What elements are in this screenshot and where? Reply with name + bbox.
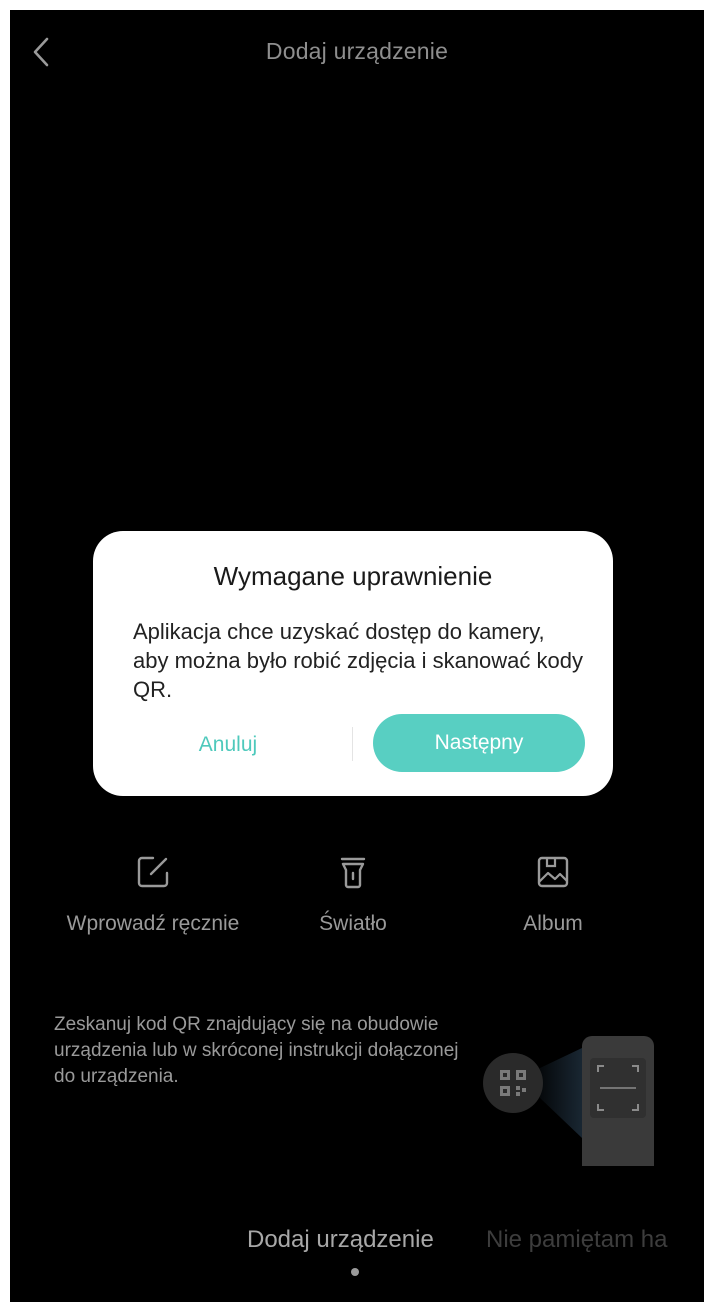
tab-forgot-password[interactable]: Nie pamiętam ha [486,1226,667,1254]
top-bar: Dodaj urządzenie [10,10,704,94]
album-button[interactable]: Album [453,852,653,937]
edit-icon [137,856,169,888]
cancel-button[interactable]: Anuluj [153,717,303,773]
dialog-message: Aplikacja chce uzyskać dostęp do kamery,… [133,619,584,702]
button-divider [352,727,353,761]
flashlight-button[interactable]: Światło [253,852,453,937]
bottom-tabs: Dodaj urządzenie Nie pamiętam ha [10,1220,704,1260]
album-label: Album [523,912,583,935]
permission-dialog: Wymagane uprawnienie Aplikacja chce uzys… [93,531,613,796]
scanner-screen: Dodaj urządzenie Wymagane uprawnienie Ap… [10,10,704,1302]
scan-instructions: Zeskanuj kod QR znajdujący się na obudow… [54,1014,459,1087]
tab-add-device[interactable]: Dodaj urządzenie [247,1226,434,1254]
page-title: Dodaj urządzenie [265,38,449,64]
page-indicator-dot [351,1268,359,1276]
qr-scan-illustration-icon [483,1036,654,1166]
dialog-title: Wymagane uprawnienie [213,561,493,591]
manual-entry-label: Wprowadź ręcznie [66,912,240,935]
next-button[interactable]: Następny [373,714,585,772]
flashlight-label: Światło [319,912,387,935]
album-icon [537,856,569,888]
manual-entry-button[interactable]: Wprowadź ręcznie [53,852,253,937]
flashlight-icon [340,857,366,889]
